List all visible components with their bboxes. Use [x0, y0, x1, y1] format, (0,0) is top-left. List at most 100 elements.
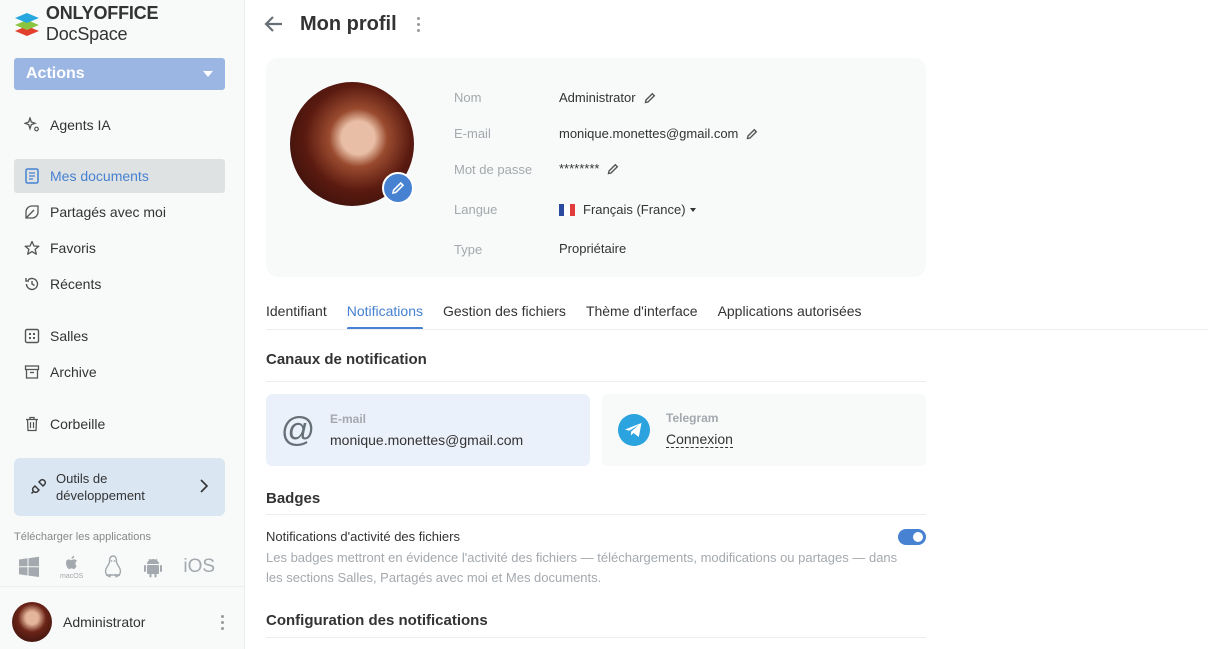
sidebar-item-label: Corbeille [50, 416, 106, 432]
section-divider [266, 381, 926, 382]
brand-name: ONLYOFFICE DocSpace [45, 3, 159, 44]
telegram-channel-label: Telegram [666, 411, 719, 425]
section-divider [266, 514, 926, 515]
chevron-right-icon [199, 478, 209, 496]
language-label: Langue [454, 202, 498, 217]
name-value: Administrator [559, 90, 656, 105]
page-title: Mon profil [300, 12, 397, 35]
section-divider [266, 637, 926, 638]
channels-title: Canaux de notification [266, 351, 427, 368]
name-text: Administrator [559, 90, 636, 105]
sidebar-item-salles[interactable]: Salles [14, 319, 225, 353]
telegram-connect-link[interactable]: Connexion [666, 431, 733, 448]
email-channel-card: @ E-mail monique.monettes@gmail.com [266, 394, 590, 466]
rooms-icon [24, 328, 40, 344]
macos-label: macOS [60, 573, 84, 580]
type-text: Propriétaire [559, 241, 627, 256]
archive-icon [24, 364, 40, 380]
download-apps-label: Télécharger les applications [14, 531, 151, 543]
trash-icon [24, 416, 40, 432]
sidebar-item-label: Salles [50, 328, 89, 344]
sidebar-item-label: Favoris [50, 240, 96, 256]
more-options-icon[interactable] [416, 16, 420, 32]
language-text: Français (France) [583, 202, 686, 217]
android-icon[interactable] [143, 556, 163, 578]
at-sign-icon: @ [280, 411, 316, 449]
email-channel-value: monique.monettes@gmail.com [330, 432, 524, 448]
sidebar-item-archive[interactable]: Archive [14, 355, 225, 389]
sidebar-item-label: Archive [50, 364, 97, 380]
file-activity-title: Notifications d'activité des fichiers [266, 529, 460, 544]
sidebar-divider [0, 586, 245, 587]
sparkle-icon [24, 117, 40, 133]
dev-tools-button[interactable]: Outils de développement [14, 458, 225, 516]
email-value: monique.monettes@gmail.com [559, 126, 758, 141]
email-label: E-mail [454, 126, 491, 141]
logo[interactable]: ONLYOFFICE DocSpace [14, 3, 244, 44]
tab-identifiant[interactable]: Identifiant [266, 300, 327, 330]
telegram-icon [602, 414, 666, 446]
sidebar: ONLYOFFICE DocSpace Actions Agents IA Me… [0, 0, 245, 649]
current-user[interactable]: Administrator [12, 602, 234, 642]
profile-tabs: Identifiant Notifications Gestion des fi… [266, 300, 862, 330]
more-options-icon[interactable] [221, 614, 224, 630]
avatar[interactable] [12, 602, 52, 642]
sidebar-item-recents[interactable]: Récents [14, 267, 225, 301]
tab-gestion-fichiers[interactable]: Gestion des fichiers [443, 300, 566, 330]
password-value: ******** [559, 161, 619, 176]
file-activity-toggle[interactable] [898, 529, 926, 545]
telegram-channel-card: Telegram Connexion [602, 394, 926, 466]
profile-card: Nom Administrator E-mail monique.monette… [266, 58, 926, 277]
sidebar-item-label: Partagés avec moi [50, 204, 166, 220]
type-value: Propriétaire [559, 241, 626, 256]
plug-icon [30, 477, 48, 498]
windows-icon[interactable] [18, 556, 40, 578]
caret-down-icon [689, 207, 696, 212]
page-header: Mon profil [264, 12, 420, 36]
password-label: Mot de passe [454, 162, 533, 177]
france-flag-icon [559, 203, 575, 216]
star-icon [24, 240, 40, 256]
sidebar-item-label: Mes documents [50, 168, 149, 184]
tab-notifications[interactable]: Notifications [346, 300, 424, 330]
history-icon [24, 276, 40, 292]
macos-icon[interactable]: macOS [60, 554, 83, 580]
sidebar-item-favoris[interactable]: Favoris [14, 231, 225, 265]
tabs-divider [266, 329, 1208, 330]
type-label: Type [454, 242, 483, 257]
edit-avatar-button[interactable] [382, 172, 414, 204]
sidebar-item-corbeille[interactable]: Corbeille [14, 407, 225, 441]
ios-label: iOS [183, 556, 216, 577]
sidebar-item-partages[interactable]: Partagés avec moi [14, 195, 225, 229]
dev-tools-label: Outils de développement [56, 471, 145, 503]
pencil-icon[interactable] [644, 92, 656, 104]
badges-title: Badges [266, 490, 321, 507]
sidebar-item-mes-documents[interactable]: Mes documents [14, 159, 225, 193]
linux-icon[interactable] [103, 555, 123, 579]
tab-theme[interactable]: Thème d'interface [586, 300, 698, 330]
actions-button[interactable]: Actions [14, 58, 225, 90]
language-select[interactable]: Français (France) [559, 202, 696, 217]
app-downloads: macOS iOS [18, 554, 215, 580]
name-label: Nom [454, 90, 482, 105]
sidebar-item-label: Récents [50, 276, 102, 292]
document-icon [24, 168, 40, 184]
pencil-icon [391, 181, 405, 195]
ios-icon[interactable]: iOS [183, 556, 215, 578]
email-text: monique.monettes@gmail.com [559, 126, 739, 141]
config-title: Configuration des notifications [266, 612, 488, 629]
file-activity-description: Les badges mettront en évidence l'activi… [266, 550, 898, 585]
user-name: Administrator [63, 614, 146, 630]
sidebar-item-agents-ia[interactable]: Agents IA [14, 108, 225, 142]
chevron-down-icon [203, 71, 213, 77]
pencil-icon[interactable] [607, 163, 619, 175]
sidebar-item-label: Agents IA [50, 117, 111, 133]
tab-applications[interactable]: Applications autorisées [718, 300, 862, 330]
email-channel-label: E-mail [330, 412, 367, 426]
arrow-left-icon[interactable] [264, 14, 284, 34]
shared-icon [24, 204, 40, 220]
password-text: ******** [559, 161, 600, 176]
onlyoffice-logo-icon [14, 13, 39, 36]
actions-label: Actions [26, 65, 85, 82]
pencil-icon[interactable] [746, 128, 758, 140]
